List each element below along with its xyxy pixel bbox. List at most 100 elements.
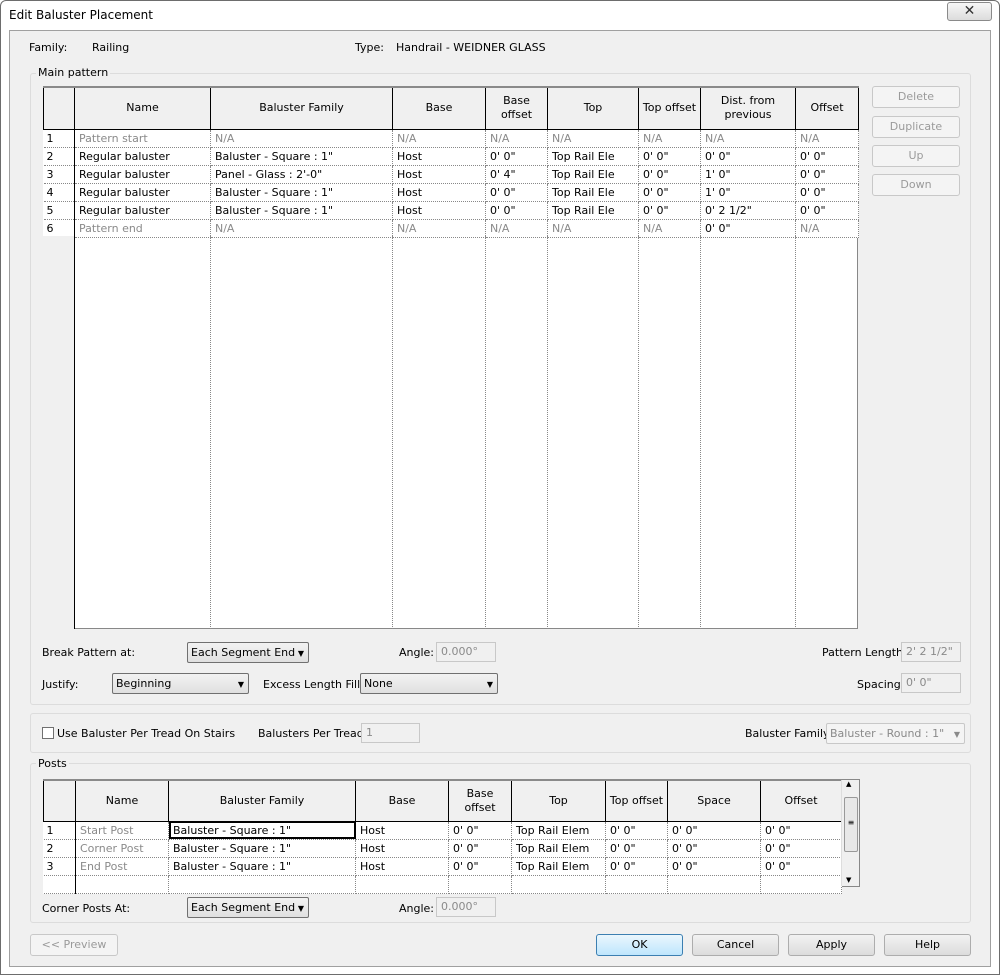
column-header-dist-from-previous[interactable]: Dist. from previous: [700, 86, 796, 130]
cell-name[interactable]: Corner Post: [75, 839, 169, 858]
row-number[interactable]: 6: [43, 219, 75, 238]
cell-base-offset[interactable]: 0' 0": [448, 839, 512, 858]
cell-name[interactable]: Regular baluster: [74, 147, 211, 166]
cell-top[interactable]: Top Rail Ele: [547, 201, 639, 220]
row-number[interactable]: 3: [43, 165, 75, 184]
cell-dist-from-previous[interactable]: N/A: [700, 129, 796, 148]
cell-top[interactable]: Top Rail Elem: [511, 821, 606, 840]
cell-base-offset[interactable]: 0' 0": [485, 147, 548, 166]
column-header-base[interactable]: Base: [392, 86, 486, 130]
cell-offset[interactable]: 0' 0": [795, 183, 859, 202]
cell-baluster-family[interactable]: N/A: [210, 129, 393, 148]
posts-scrollbar[interactable]: ▲ ≡ ▼: [841, 780, 859, 886]
cell-baluster-family[interactable]: Baluster - Square : 1": [210, 183, 393, 202]
cell-dist-from-previous[interactable]: 0' 0": [700, 147, 796, 166]
cell-offset[interactable]: 0' 0": [795, 147, 859, 166]
stairs-baluster-family-select[interactable]: Baluster - Round : 1" ▼: [826, 723, 965, 744]
cell-top[interactable]: Top Rail Elem: [511, 839, 606, 858]
cell-dist-from-previous[interactable]: 0' 0": [700, 219, 796, 238]
row-number[interactable]: 3: [43, 857, 76, 876]
cell-base[interactable]: Host: [392, 165, 486, 184]
cell-top[interactable]: N/A: [547, 219, 639, 238]
row-number[interactable]: 1: [43, 129, 75, 148]
ok-button[interactable]: OK: [596, 934, 683, 956]
table-row[interactable]: 5 Regular baluster Baluster - Square : 1" H…: [43, 201, 859, 220]
cell-base-offset[interactable]: 0' 0": [448, 857, 512, 876]
cell-name[interactable]: Pattern start: [74, 129, 211, 148]
column-header-baluster-family[interactable]: Baluster Family: [210, 86, 393, 130]
close-button[interactable]: ✕: [947, 2, 992, 21]
column-header-name[interactable]: Name: [74, 86, 211, 130]
column-header-baluster-family[interactable]: Baluster Family: [168, 779, 356, 822]
table-row[interactable]: 1 Start Post Baluster - Square : 1" Host 0' …: [43, 821, 842, 840]
cell-offset[interactable]: 0' 0": [760, 821, 842, 840]
duplicate-button[interactable]: Duplicate: [872, 116, 960, 138]
cell-base-offset[interactable]: 0' 0": [448, 821, 512, 840]
table-row[interactable]: 1 Pattern start N/A N/A N/A N/A N/A N/A N/A: [43, 129, 859, 148]
cell-baluster-family[interactable]: Baluster - Square : 1": [168, 821, 356, 840]
cell-base[interactable]: Host: [355, 839, 449, 858]
cell-name[interactable]: Pattern end: [74, 219, 211, 238]
cell-top[interactable]: Top Rail Elem: [511, 857, 606, 876]
cell-base[interactable]: Host: [392, 183, 486, 202]
cell-baluster-family[interactable]: Baluster - Square : 1": [210, 201, 393, 220]
column-header-space[interactable]: Space: [667, 779, 761, 822]
cell-name[interactable]: Start Post: [75, 821, 169, 840]
cell-top[interactable]: Top Rail Ele: [547, 165, 639, 184]
cell-space[interactable]: 0' 0": [667, 839, 761, 858]
cell-offset[interactable]: 0' 0": [760, 857, 842, 876]
column-header-top-offset[interactable]: Top offset: [605, 779, 668, 822]
delete-button[interactable]: Delete: [872, 86, 960, 108]
cell-baluster-family[interactable]: Baluster - Square : 1": [168, 839, 356, 858]
table-row[interactable]: 4 Regular baluster Baluster - Square : 1" H…: [43, 183, 859, 202]
cell-base[interactable]: Host: [355, 821, 449, 840]
row-number[interactable]: 2: [43, 839, 76, 858]
cell-top-offset[interactable]: 0' 0": [638, 201, 701, 220]
scroll-down-arrow-icon[interactable]: ▼: [846, 876, 851, 884]
down-button[interactable]: Down: [872, 174, 960, 196]
cell-base-offset[interactable]: N/A: [485, 219, 548, 238]
cell-offset[interactable]: 0' 0": [795, 165, 859, 184]
column-header-base-offset[interactable]: Base offset: [448, 779, 512, 822]
cell-top[interactable]: Top Rail Ele: [547, 147, 639, 166]
cell-baluster-family[interactable]: N/A: [210, 219, 393, 238]
apply-button[interactable]: Apply: [788, 934, 875, 956]
cell-space[interactable]: 0' 0": [667, 821, 761, 840]
column-header-top-offset[interactable]: Top offset: [638, 86, 701, 130]
cell-base[interactable]: N/A: [392, 129, 486, 148]
cell-name[interactable]: Regular baluster: [74, 165, 211, 184]
cell-top-offset[interactable]: 0' 0": [605, 821, 668, 840]
cell-top-offset[interactable]: N/A: [638, 129, 701, 148]
cell-dist-from-previous[interactable]: 1' 0": [700, 183, 796, 202]
cell-baluster-family[interactable]: Baluster - Square : 1": [210, 147, 393, 166]
column-header-name[interactable]: Name: [75, 779, 169, 822]
cell-name[interactable]: Regular baluster: [74, 183, 211, 202]
excess-length-fill-select[interactable]: None ▼: [360, 673, 498, 694]
cell-space[interactable]: 0' 0": [667, 857, 761, 876]
cell-base[interactable]: Host: [355, 857, 449, 876]
angle-field[interactable]: 0.000°: [436, 642, 496, 662]
cell-base-offset[interactable]: 0' 0": [485, 201, 548, 220]
cell-base-offset[interactable]: 0' 0": [485, 183, 548, 202]
justify-select[interactable]: Beginning ▼: [112, 673, 249, 694]
table-row[interactable]: 2 Corner Post Baluster - Square : 1" Host 0'…: [43, 839, 842, 858]
table-row[interactable]: 2 Regular baluster Baluster - Square : 1" H…: [43, 147, 859, 166]
cell-offset[interactable]: N/A: [795, 219, 859, 238]
column-header-offset[interactable]: Offset: [760, 779, 842, 822]
table-row[interactable]: 3 Regular baluster Panel - Glass : 2'-0" Ho…: [43, 165, 859, 184]
column-header-base[interactable]: Base: [355, 779, 449, 822]
row-number[interactable]: 2: [43, 147, 75, 166]
cell-offset[interactable]: N/A: [795, 129, 859, 148]
row-number[interactable]: 1: [43, 821, 76, 840]
cell-offset[interactable]: 0' 0": [795, 201, 859, 220]
posts-angle-field[interactable]: 0.000°: [436, 897, 496, 917]
pattern-length-field[interactable]: 2' 2 1/2": [901, 642, 961, 662]
cell-dist-from-previous[interactable]: 1' 0": [700, 165, 796, 184]
empty-row[interactable]: [43, 875, 842, 894]
column-header-top[interactable]: Top: [511, 779, 606, 822]
up-button[interactable]: Up: [872, 145, 960, 167]
row-number[interactable]: 4: [43, 183, 75, 202]
column-header-base-offset[interactable]: Base offset: [485, 86, 548, 130]
cell-top-offset[interactable]: 0' 0": [638, 165, 701, 184]
scrollbar-thumb[interactable]: ≡: [844, 797, 858, 852]
